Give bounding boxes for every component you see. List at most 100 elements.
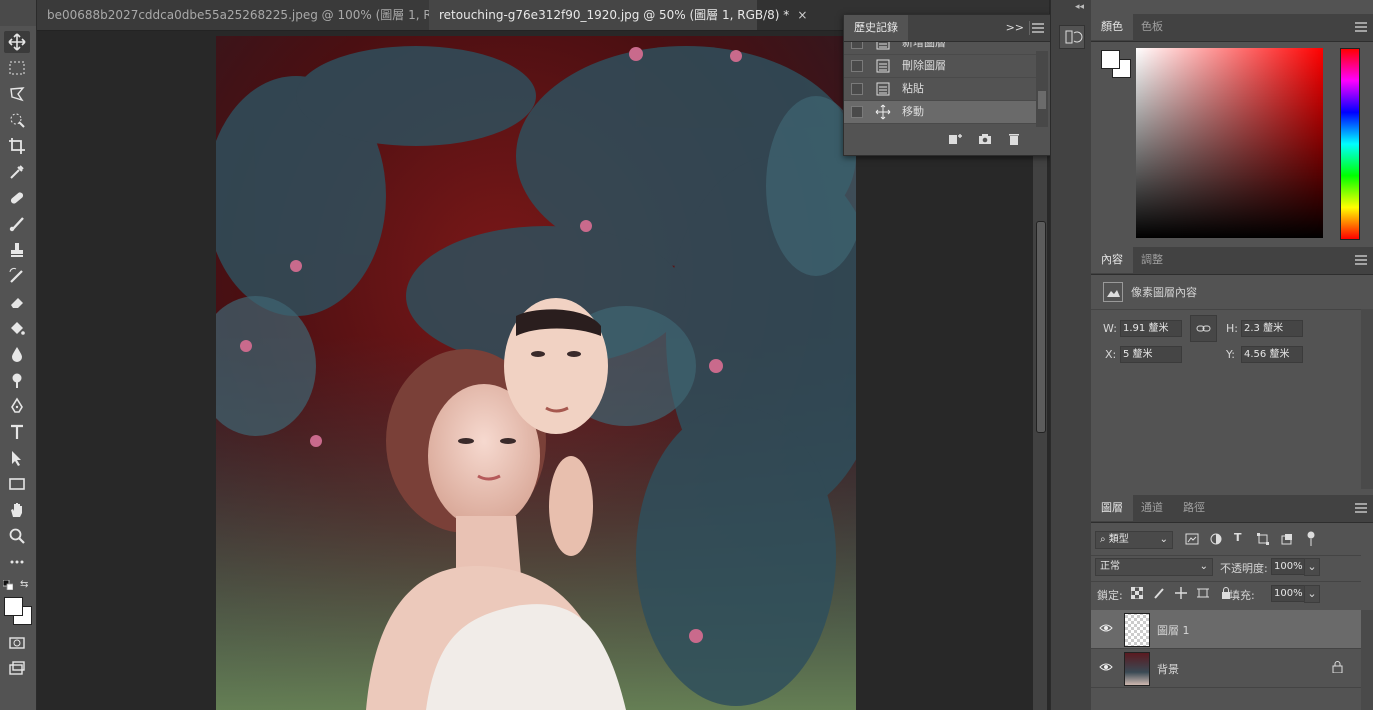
- document-tab-1[interactable]: be00688b2027cddca0dbe55a25268225.jpeg @ …: [37, 0, 493, 30]
- lock-image-pixels-icon[interactable]: [1153, 587, 1165, 599]
- close-icon[interactable]: ×: [797, 8, 807, 22]
- foreground-color-swatch[interactable]: [4, 597, 23, 616]
- filter-toggle-icon[interactable]: [1307, 531, 1315, 547]
- eye-icon[interactable]: [1099, 623, 1113, 633]
- history-item[interactable]: 新增圖層: [844, 42, 1036, 55]
- eraser-tool-icon[interactable]: [4, 291, 30, 313]
- quick-mask-icon[interactable]: [4, 632, 30, 654]
- panel-menu-icon[interactable]: [1355, 503, 1367, 513]
- expand-strip-icon[interactable]: ◂◂: [1075, 2, 1084, 12]
- crop-tool-icon[interactable]: [4, 135, 30, 157]
- layer-filter-dropdown[interactable]: ⌕ 類型 ⌄: [1095, 531, 1173, 549]
- brush-tool-icon[interactable]: [4, 213, 30, 235]
- x-position-field[interactable]: 5 釐米: [1120, 346, 1182, 363]
- collapse-panel-icon[interactable]: >>: [1006, 21, 1024, 34]
- swap-colors-icon[interactable]: ⇆: [20, 579, 32, 591]
- eyedropper-tool-icon[interactable]: [4, 161, 30, 183]
- history-item-label: 刪除圖層: [902, 59, 946, 72]
- panel-menu-icon[interactable]: [1032, 23, 1044, 33]
- camera-icon[interactable]: [978, 133, 992, 145]
- toolbar-grip[interactable]: [0, 0, 36, 26]
- history-item-selected[interactable]: 移動: [844, 101, 1036, 124]
- hue-slider[interactable]: [1340, 48, 1360, 240]
- move-tool-icon[interactable]: [4, 31, 30, 53]
- layer-thumbnail[interactable]: [1124, 613, 1150, 647]
- tab-swatches[interactable]: 色板: [1131, 14, 1173, 40]
- history-item[interactable]: 粘貼: [844, 78, 1036, 101]
- layer-row-layer-1[interactable]: 圖層 1: [1091, 610, 1361, 649]
- history-panel-icon[interactable]: [1059, 25, 1085, 49]
- more-tools-icon[interactable]: [4, 551, 30, 573]
- color-spectrum-field[interactable]: [1136, 48, 1323, 238]
- tab-adjustments[interactable]: 調整: [1131, 247, 1173, 273]
- layer-name[interactable]: 背景: [1157, 661, 1179, 677]
- width-field[interactable]: 1.91 釐米: [1120, 320, 1182, 337]
- image-filter-icon[interactable]: [1185, 533, 1199, 545]
- lock-position-icon[interactable]: [1175, 587, 1187, 599]
- history-scrollbar[interactable]: [1036, 51, 1048, 127]
- layers-scrollbar[interactable]: [1361, 610, 1373, 710]
- shape-filter-icon[interactable]: [1257, 533, 1269, 545]
- path-select-tool-icon[interactable]: [4, 447, 30, 469]
- default-colors-icon[interactable]: [2, 579, 14, 591]
- panel-menu-icon[interactable]: [1355, 22, 1367, 32]
- eye-icon[interactable]: [1099, 662, 1113, 672]
- dodge-tool-icon[interactable]: [4, 369, 30, 391]
- fill-slider-toggle[interactable]: ⌄: [1304, 585, 1320, 603]
- rectangle-tool-icon[interactable]: [4, 473, 30, 495]
- lock-artboard-icon[interactable]: [1197, 587, 1209, 599]
- healing-brush-tool-icon[interactable]: [4, 187, 30, 209]
- pen-tool-icon[interactable]: [4, 395, 30, 417]
- type-filter-icon[interactable]: T: [1234, 531, 1242, 544]
- document-tab-2[interactable]: retouching-g76e312f90_1920.jpg @ 50% (圖層…: [429, 0, 807, 30]
- tab-color[interactable]: 顏色: [1091, 14, 1133, 40]
- foreground-color-swatch[interactable]: [1101, 50, 1120, 69]
- properties-title-row: 像素圖層內容: [1091, 275, 1361, 310]
- trash-icon[interactable]: [1008, 132, 1020, 145]
- new-document-from-state-icon[interactable]: [948, 133, 962, 145]
- snapshot-checkbox[interactable]: [851, 42, 863, 49]
- history-item[interactable]: 刪除圖層: [844, 55, 1036, 78]
- paint-bucket-tool-icon[interactable]: [4, 317, 30, 339]
- tab-history[interactable]: 歷史記錄: [844, 15, 908, 41]
- link-dimensions-icon[interactable]: [1190, 315, 1217, 342]
- tab-layers[interactable]: 圖層: [1091, 495, 1133, 521]
- opacity-slider-toggle[interactable]: ⌄: [1304, 558, 1320, 576]
- properties-scrollbar[interactable]: [1361, 309, 1373, 489]
- blur-tool-icon[interactable]: [4, 343, 30, 365]
- panel-menu-icon[interactable]: [1355, 255, 1367, 265]
- zoom-tool-icon[interactable]: [4, 525, 30, 547]
- fill-field[interactable]: 100%: [1271, 585, 1305, 602]
- layer-row-background[interactable]: 背景: [1091, 649, 1361, 688]
- snapshot-checkbox[interactable]: [851, 106, 863, 118]
- blend-mode-dropdown[interactable]: 正常 ⌄: [1095, 558, 1213, 576]
- scrollbar-thumb[interactable]: [1036, 221, 1046, 433]
- divider: [1029, 21, 1030, 35]
- snapshot-checkbox[interactable]: [851, 60, 863, 72]
- type-tool-icon[interactable]: [4, 421, 30, 443]
- history-brush-tool-icon[interactable]: [4, 265, 30, 287]
- height-label: H:: [1226, 322, 1238, 335]
- adjustment-filter-icon[interactable]: [1210, 533, 1222, 545]
- hand-tool-icon[interactable]: [4, 499, 30, 521]
- tab-paths[interactable]: 路徑: [1173, 495, 1215, 521]
- pixel-layer-icon: [1103, 282, 1123, 302]
- stamp-tool-icon[interactable]: [4, 239, 30, 261]
- document-image[interactable]: [216, 36, 856, 710]
- screen-mode-icon[interactable]: [4, 658, 30, 680]
- lock-transparent-pixels-icon[interactable]: [1130, 586, 1144, 600]
- layer-thumbnail[interactable]: [1124, 652, 1150, 686]
- tab-channels[interactable]: 通道: [1131, 495, 1173, 521]
- opacity-field[interactable]: 100%: [1271, 558, 1305, 575]
- snapshot-checkbox[interactable]: [851, 83, 863, 95]
- tab-properties[interactable]: 內容: [1091, 247, 1133, 273]
- smart-object-filter-icon[interactable]: [1281, 533, 1293, 545]
- layer-name[interactable]: 圖層 1: [1157, 622, 1190, 638]
- tools-panel: ⇆: [0, 0, 37, 710]
- lasso-tool-icon[interactable]: [4, 83, 30, 105]
- height-field[interactable]: 2.3 釐米: [1241, 320, 1303, 337]
- layers-panel: 圖層 通道 路徑 ⌕ 類型 ⌄ T 正常 ⌄ 不透明度: 100% ⌄ 鎖定: 填…: [1091, 495, 1373, 710]
- quick-select-tool-icon[interactable]: [4, 109, 30, 131]
- marquee-tool-icon[interactable]: [4, 57, 30, 79]
- y-position-field[interactable]: 4.56 釐米: [1241, 346, 1303, 363]
